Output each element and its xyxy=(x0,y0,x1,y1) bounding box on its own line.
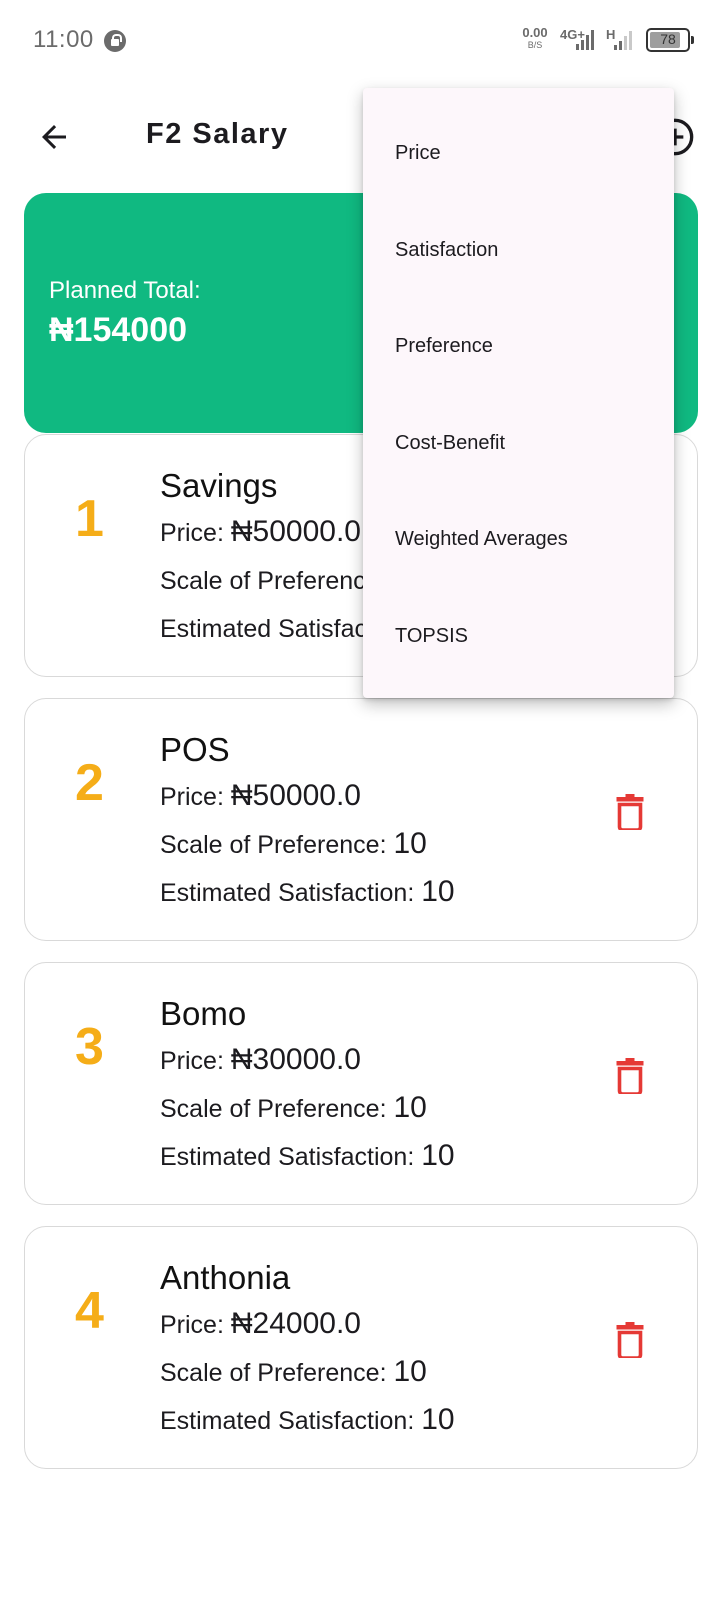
signal-icon-secondary xyxy=(614,28,640,50)
menu-item-weighted-averages[interactable]: Weighted Averages xyxy=(363,491,674,587)
battery-icon: 78 xyxy=(646,28,694,52)
item-price: Price: ₦50000.0 xyxy=(160,779,361,812)
sort-menu: Price Satisfaction Preference Cost-Benef… xyxy=(363,88,674,698)
menu-item-price[interactable]: Price xyxy=(363,105,674,201)
menu-item-satisfaction[interactable]: Satisfaction xyxy=(363,202,674,298)
item-preference: Scale of Preference: 10 xyxy=(160,1091,427,1124)
trash-icon xyxy=(616,1322,644,1358)
trash-icon xyxy=(616,794,644,830)
item-satisfaction: Estimated Satisfaction: 10 xyxy=(160,1403,455,1436)
planned-total-value: ₦154000 xyxy=(49,311,188,349)
item-name: Bomo xyxy=(160,995,247,1032)
lock-icon xyxy=(104,30,126,52)
network-speed-value: 0.00 xyxy=(522,25,548,40)
status-bar: 11:00 0.00 B/S 4G+ H 78 xyxy=(0,0,720,80)
item-rank: 1 xyxy=(75,490,104,548)
network-speed-unit: B/S xyxy=(527,40,543,50)
item-rank: 4 xyxy=(75,1282,104,1340)
item-preference: Scale of Preference: 10 xyxy=(160,827,427,860)
menu-item-cost-benefit[interactable]: Cost-Benefit xyxy=(363,395,674,491)
item-satisfaction: Estimated Satisfaction: 10 xyxy=(160,1139,455,1172)
item-name: Anthonia xyxy=(160,1259,291,1296)
back-button[interactable] xyxy=(30,113,78,161)
page-title: F2 Salary xyxy=(146,118,289,150)
item-rank: 3 xyxy=(75,1018,104,1076)
signal-icon xyxy=(576,28,602,50)
item-card[interactable]: 2 POS Price: ₦50000.0 Scale of Preferenc… xyxy=(24,698,698,941)
network-speed: 0.00 B/S xyxy=(520,26,550,50)
item-price: Price: ₦50000.0 xyxy=(160,515,361,548)
item-card[interactable]: 4 Anthonia Price: ₦24000.0 Scale of Pref… xyxy=(24,1226,698,1469)
item-name: Savings xyxy=(160,467,278,504)
delete-button[interactable] xyxy=(605,787,655,837)
item-price: Price: ₦24000.0 xyxy=(160,1307,361,1340)
item-preference: Scale of Preference: 10 xyxy=(160,1355,427,1388)
item-price: Price: ₦30000.0 xyxy=(160,1043,361,1076)
menu-item-preference[interactable]: Preference xyxy=(363,298,674,394)
planned-total-label: Planned Total: xyxy=(49,277,201,304)
trash-icon xyxy=(616,1058,644,1094)
item-satisfaction: Estimated Satisfaction: 10 xyxy=(160,875,455,908)
item-name: POS xyxy=(160,731,230,768)
status-time: 11:00 xyxy=(33,26,94,53)
item-rank: 2 xyxy=(75,754,104,812)
battery-level: 78 xyxy=(660,31,676,47)
arrow-back-icon xyxy=(42,125,66,149)
menu-item-topsis[interactable]: TOPSIS xyxy=(363,588,674,684)
item-card[interactable]: 3 Bomo Price: ₦30000.0 Scale of Preferen… xyxy=(24,962,698,1205)
delete-button[interactable] xyxy=(605,1315,655,1365)
delete-button[interactable] xyxy=(605,1051,655,1101)
